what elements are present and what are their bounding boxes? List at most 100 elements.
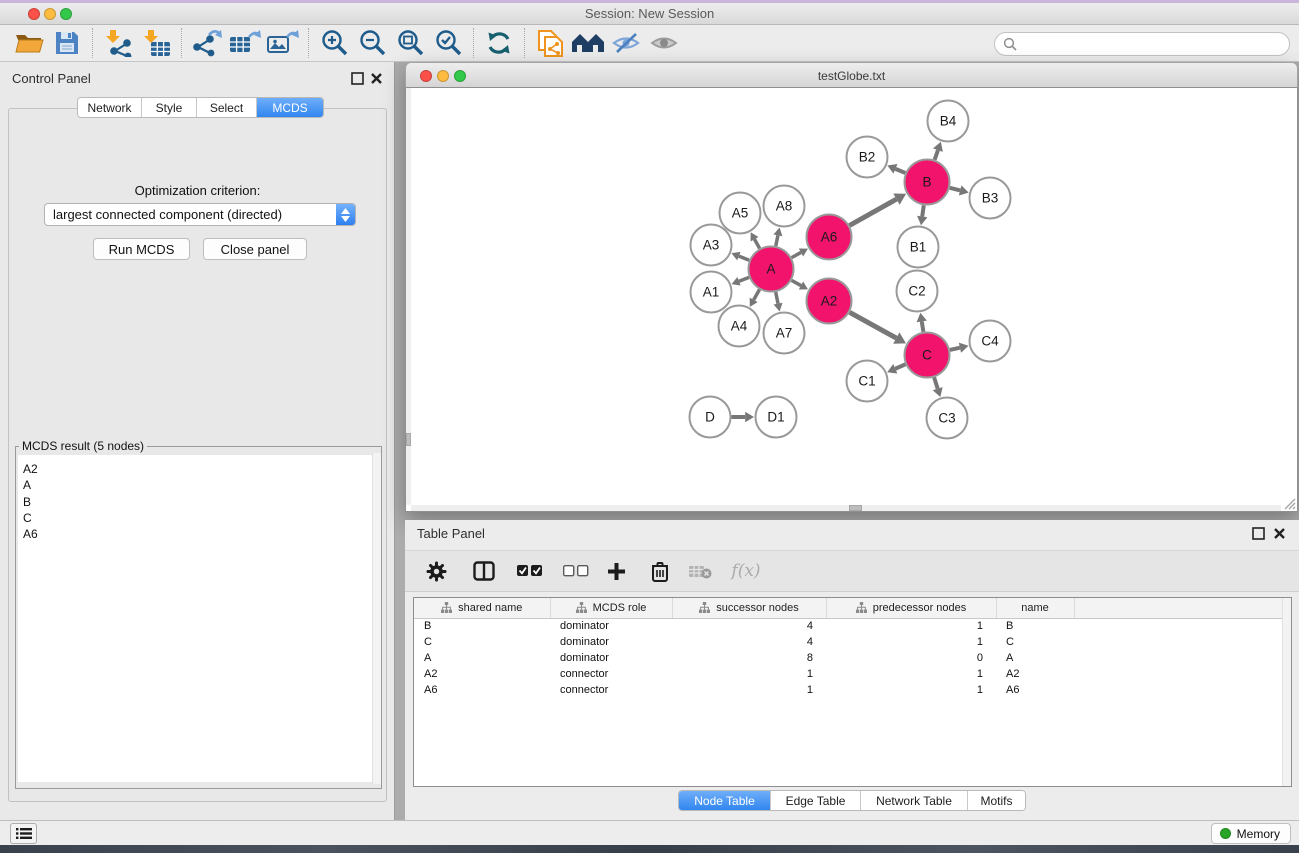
table-cell[interactable]: 1 — [672, 682, 826, 698]
tab-mcds[interactable]: MCDS — [256, 98, 323, 117]
mcds-result-item[interactable]: A — [18, 477, 379, 493]
window-resize-grip[interactable] — [1282, 496, 1296, 510]
import-network-icon[interactable] — [99, 27, 137, 59]
tab-motifs[interactable]: Motifs — [967, 791, 1025, 810]
close-panel-button[interactable]: Close panel — [203, 238, 307, 260]
table-cell[interactable]: 8 — [672, 650, 826, 666]
export-table-icon[interactable] — [226, 27, 264, 59]
settings-gear-icon[interactable] — [423, 558, 449, 584]
column-header-successor-nodes[interactable]: successor nodes — [672, 598, 826, 618]
table-cell[interactable]: A2 — [996, 666, 1074, 682]
table-cell[interactable]: dominator — [550, 650, 672, 666]
table-row[interactable]: Adominator80A — [414, 650, 1282, 666]
zoom-selected-icon[interactable] — [429, 27, 467, 59]
graph-node-C3[interactable]: C3 — [927, 398, 968, 439]
graph-node-A3[interactable]: A3 — [691, 225, 732, 266]
graph-node-A5[interactable]: A5 — [720, 193, 761, 234]
graph-edge-A-A5[interactable] — [751, 232, 760, 248]
table-cell[interactable]: A — [414, 650, 550, 666]
add-column-icon[interactable] — [603, 558, 629, 584]
graph-edge-B-B3[interactable] — [950, 185, 969, 195]
search-field[interactable] — [994, 32, 1290, 56]
table-cell[interactable] — [1074, 650, 1282, 666]
table-cell[interactable]: A — [996, 650, 1074, 666]
table-cell[interactable]: 4 — [672, 634, 826, 650]
home-view-icon[interactable] — [569, 27, 607, 59]
graph-edge-C-C4[interactable] — [950, 343, 969, 353]
graph-edge-A-A2[interactable] — [792, 280, 808, 289]
tab-network-table[interactable]: Network Table — [860, 791, 967, 810]
graph-node-B1[interactable]: B1 — [898, 227, 939, 268]
table-cell[interactable]: B — [996, 618, 1074, 634]
table-cell[interactable] — [1074, 682, 1282, 698]
graph-node-C4[interactable]: C4 — [970, 321, 1011, 362]
select-all-rows-icon[interactable] — [517, 558, 543, 584]
graph-node-C2[interactable]: C2 — [897, 271, 938, 312]
table-cell[interactable]: connector — [550, 682, 672, 698]
table-cell[interactable]: 0 — [826, 650, 996, 666]
graph-edge-C-C3[interactable] — [933, 377, 943, 397]
table-cell[interactable]: A2 — [414, 666, 550, 682]
hide-details-icon[interactable] — [607, 27, 645, 59]
mcds-result-item[interactable]: B — [18, 494, 379, 510]
criterion-dropdown[interactable]: largest connected component (directed) — [44, 203, 356, 226]
graph-node-C1[interactable]: C1 — [847, 361, 888, 402]
deselect-all-rows-icon[interactable] — [563, 558, 589, 584]
graph-node-D1[interactable]: D1 — [756, 397, 797, 438]
float-table-panel-icon[interactable] — [1252, 527, 1265, 540]
table-row[interactable]: Bdominator41B — [414, 618, 1282, 634]
run-mcds-button[interactable]: Run MCDS — [93, 238, 190, 260]
table-cell[interactable]: dominator — [550, 634, 672, 650]
search-input[interactable] — [1017, 34, 1289, 54]
graph-edge-B-B2[interactable] — [887, 164, 905, 174]
graph-node-D[interactable]: D — [690, 397, 731, 438]
tab-style[interactable]: Style — [141, 98, 196, 117]
horizontal-scroll-thumb[interactable] — [849, 505, 862, 511]
graph-edge-B-B4[interactable] — [933, 142, 943, 160]
show-details-icon[interactable] — [645, 27, 683, 59]
table-cell[interactable]: 1 — [672, 666, 826, 682]
column-header-name[interactable]: name — [996, 598, 1074, 618]
save-session-icon[interactable] — [48, 27, 86, 59]
function-builder-icon[interactable]: f(x) — [727, 558, 765, 584]
graph-node-A8[interactable]: A8 — [764, 186, 805, 227]
graph-node-B4[interactable]: B4 — [928, 101, 969, 142]
column-header-mcds-role[interactable]: MCDS role — [550, 598, 672, 618]
graph-node-A[interactable]: A — [749, 247, 794, 292]
tab-network[interactable]: Network — [78, 98, 141, 117]
graph-edge-D-D1[interactable] — [732, 412, 755, 422]
graph-edge-B-B1[interactable] — [917, 205, 927, 225]
table-row[interactable]: Cdominator41C — [414, 634, 1282, 650]
delete-column-icon[interactable] — [647, 558, 673, 584]
tab-select[interactable]: Select — [196, 98, 256, 117]
table-cell[interactable]: 4 — [672, 618, 826, 634]
graph-edge-A-A1[interactable] — [732, 277, 750, 285]
graph-node-B3[interactable]: B3 — [970, 178, 1011, 219]
graph-node-A7[interactable]: A7 — [764, 313, 805, 354]
close-panel-icon[interactable] — [370, 72, 383, 85]
graph-node-A6[interactable]: A6 — [807, 215, 852, 260]
network-vertical-scrollbar[interactable] — [406, 88, 411, 505]
table-cell[interactable]: B — [414, 618, 550, 634]
table-cell[interactable]: dominator — [550, 618, 672, 634]
network-horizontal-scrollbar[interactable] — [411, 505, 1281, 511]
delete-table-icon[interactable] — [687, 558, 713, 584]
open-file-icon[interactable] — [10, 27, 48, 59]
graph-node-B[interactable]: B — [905, 160, 950, 205]
duplicate-network-icon[interactable] — [531, 27, 569, 59]
zoom-in-icon[interactable] — [315, 27, 353, 59]
graph-edge-A-A6[interactable] — [792, 248, 808, 257]
graph-node-A4[interactable]: A4 — [719, 306, 760, 347]
mcds-result-item[interactable]: A2 — [18, 461, 379, 477]
table-cell[interactable]: 1 — [826, 618, 996, 634]
table-cell[interactable]: 1 — [826, 666, 996, 682]
table-row[interactable]: A6connector11A6 — [414, 682, 1282, 698]
table-cell[interactable]: 1 — [826, 634, 996, 650]
graph-node-A2[interactable]: A2 — [807, 279, 852, 324]
table-cell[interactable]: C — [414, 634, 550, 650]
table-cell[interactable]: connector — [550, 666, 672, 682]
zoom-out-icon[interactable] — [353, 27, 391, 59]
graph-edge-A6-B[interactable] — [849, 193, 906, 225]
table-scrollbar[interactable] — [1282, 598, 1291, 786]
graph-edge-C-C2[interactable] — [917, 313, 927, 332]
